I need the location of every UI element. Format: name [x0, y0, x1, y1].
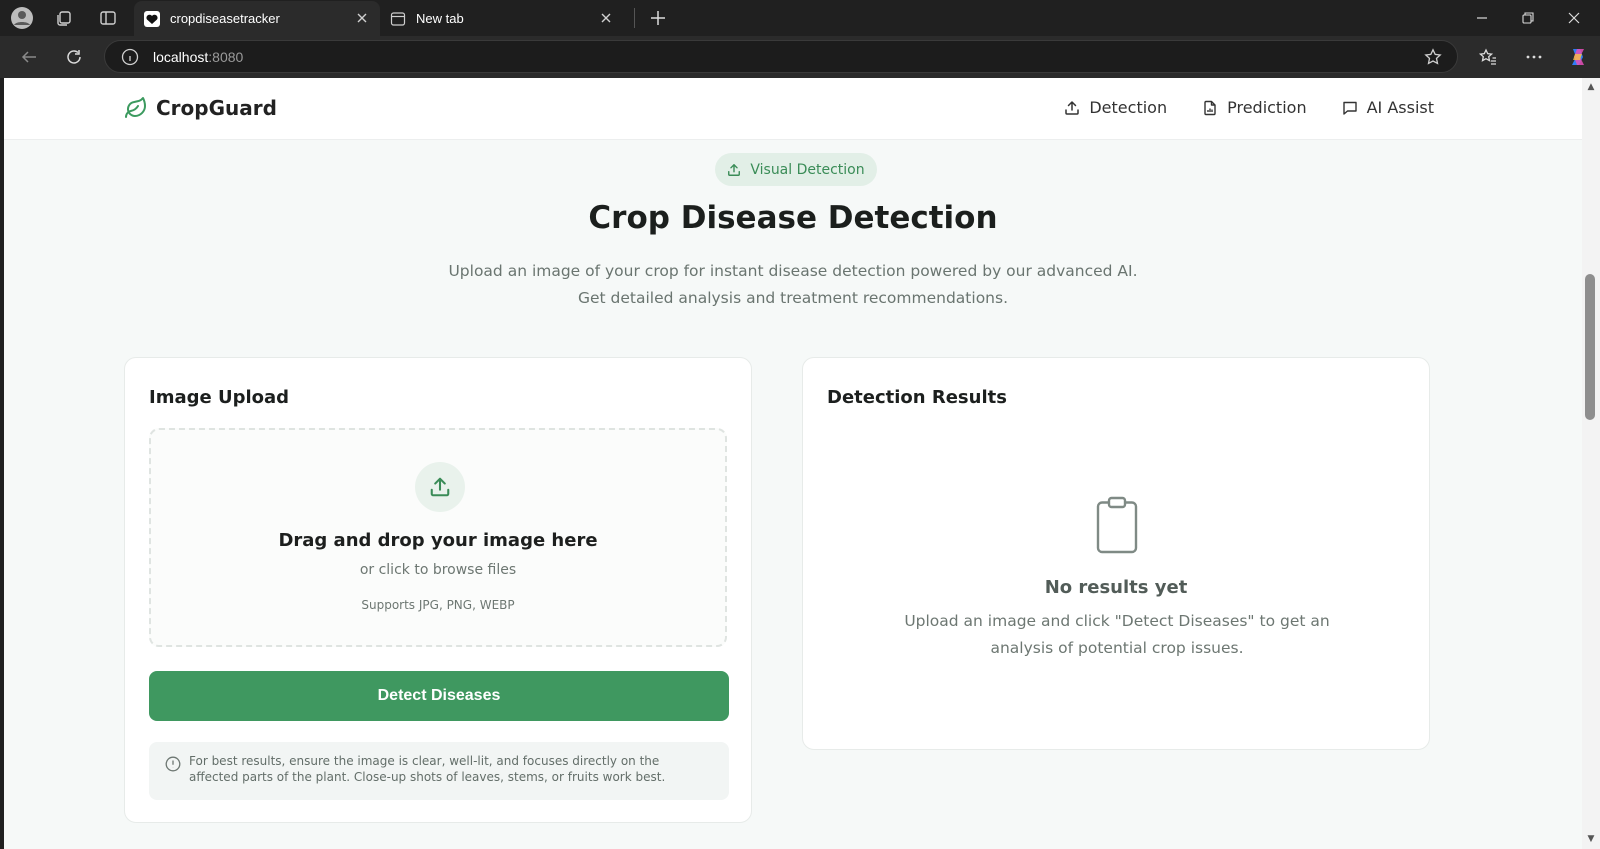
visual-detection-badge: Visual Detection [715, 153, 877, 186]
upload-icon [415, 462, 465, 512]
refresh-icon[interactable] [62, 45, 86, 69]
tab-title: New tab [416, 11, 464, 26]
nav-label: Detection [1089, 98, 1168, 117]
nav-label: AI Assist [1366, 98, 1434, 117]
image-upload-card: Image Upload Drag and drop your image he… [124, 357, 752, 823]
back-arrow-icon[interactable] [17, 45, 41, 69]
page-scrollbar[interactable] [1582, 78, 1600, 849]
nav-label: Prediction [1227, 98, 1307, 117]
brand-name: CropGuard [156, 96, 277, 120]
new-tab-plus-icon[interactable] [646, 6, 670, 30]
url-text: localhost:8080 [153, 49, 243, 65]
url-host: localhost [153, 48, 209, 65]
info-circle-icon [165, 756, 181, 772]
image-dropzone[interactable]: Drag and drop your image here or click t… [149, 428, 727, 647]
favorites-icon[interactable] [1476, 45, 1500, 69]
tab-new-tab[interactable]: New tab [380, 1, 624, 36]
main-nav: Detection Prediction AI Assist [1029, 98, 1434, 117]
browser-toolbar: localhost:8080 [0, 36, 1600, 78]
minimize-icon[interactable] [1470, 6, 1494, 30]
scroll-up-arrow-icon[interactable]: ▲ [1585, 82, 1597, 92]
profile-icon[interactable] [10, 6, 34, 30]
vertical-tabs-icon[interactable] [96, 6, 120, 30]
tab-cropdiseasetracker[interactable]: cropdiseasetracker [134, 1, 380, 36]
dropzone-title: Drag and drop your image here [278, 530, 598, 551]
workspaces-icon[interactable] [52, 6, 76, 30]
tip-text: For best results, ensure the image is cl… [189, 754, 666, 784]
badge-label: Visual Detection [750, 161, 865, 178]
file-chart-icon [1201, 99, 1219, 117]
upload-card-title: Image Upload [149, 387, 290, 408]
nav-item-ai-assist[interactable]: AI Assist [1341, 98, 1434, 117]
more-menu-icon[interactable] [1522, 45, 1546, 69]
copilot-icon[interactable] [1566, 45, 1590, 69]
nav-item-detection[interactable]: Detection [1063, 98, 1167, 117]
clipboard-icon [1096, 496, 1138, 554]
new-tab-page-icon [390, 11, 406, 27]
close-tab-icon[interactable] [354, 10, 370, 26]
results-empty-state: No results yet Upload an image and click… [803, 358, 1429, 749]
restore-icon[interactable] [1516, 6, 1540, 30]
empty-state-title: No results yet [1044, 577, 1188, 598]
site-header: CropGuard Detection Prediction AI Assist [4, 78, 1582, 140]
nav-item-prediction[interactable]: Prediction [1201, 98, 1307, 117]
scrollbar-thumb[interactable] [1585, 274, 1595, 420]
url-port: :8080 [208, 48, 244, 65]
detection-results-card: Detection Results No results yet Upload … [802, 357, 1430, 750]
tab-title: cropdiseasetracker [170, 11, 280, 26]
address-bar[interactable]: localhost:8080 [104, 40, 1458, 73]
scroll-down-arrow-icon[interactable]: ▼ [1585, 834, 1597, 844]
chat-icon [1341, 99, 1359, 117]
close-window-icon[interactable] [1562, 6, 1586, 30]
site-info-icon[interactable] [121, 48, 139, 66]
dropzone-supported-formats: Supports JPG, PNG, WEBP [361, 598, 515, 612]
page-title: Crop Disease Detection [588, 200, 998, 236]
close-tab-icon[interactable] [598, 10, 614, 26]
tab-divider [634, 8, 635, 28]
page-viewport: CropGuard Detection Prediction AI Assist [4, 78, 1582, 849]
upload-tip: For best results, ensure the image is cl… [149, 742, 729, 800]
upload-icon [727, 163, 741, 177]
page-subtitle: Upload an image of your crop for instant… [448, 262, 1138, 307]
heart-favicon-icon [144, 10, 160, 27]
dropzone-subtitle: or click to browse files [359, 562, 517, 578]
browser-tab-bar: cropdiseasetracker New tab [0, 0, 1600, 36]
favorite-star-icon[interactable] [1423, 47, 1443, 67]
upload-icon [1063, 99, 1081, 117]
detect-diseases-button[interactable]: Detect Diseases [149, 671, 729, 721]
leaf-icon [125, 97, 146, 118]
empty-state-subtitle: Upload an image and click "Detect Diseas… [904, 612, 1330, 657]
brand-logo[interactable]: CropGuard [124, 96, 277, 120]
